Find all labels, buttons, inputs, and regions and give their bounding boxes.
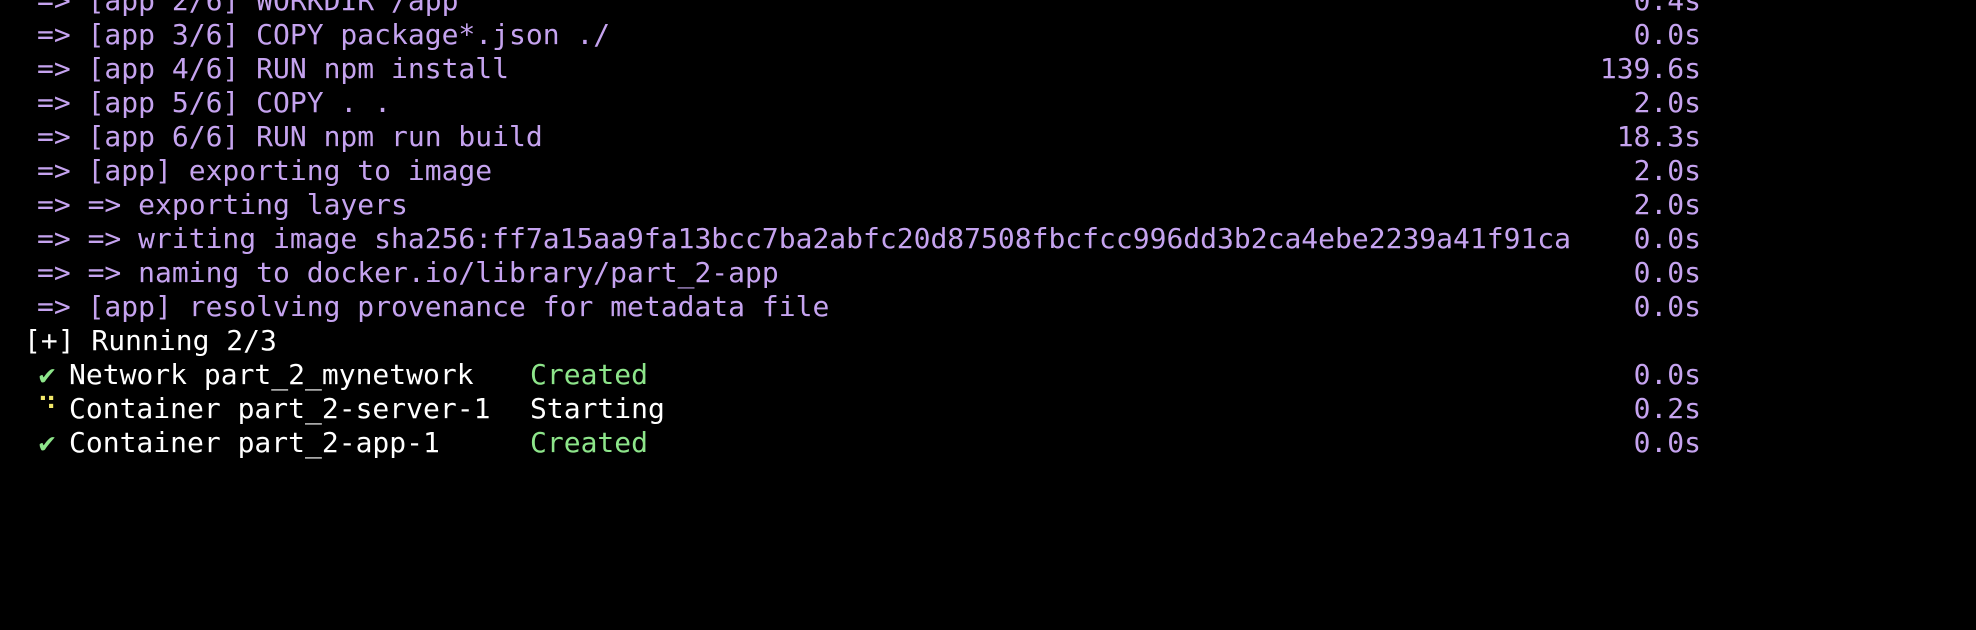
build-step-duration: 139.6s: [1599, 52, 1701, 85]
build-step-duration: 18.3s: [1616, 120, 1701, 153]
resource-line: ✔ Container part_2-app-1 Created 0.0s: [0, 426, 1976, 460]
build-step-line: => [app 3/6] COPY package*.json ./ 0.0s: [0, 18, 1976, 52]
build-step-line: => [app 2/6] WORKDIR /app 0.4s: [0, 0, 1976, 18]
build-step-line: => [app 6/6] RUN npm run build 18.3s: [0, 120, 1976, 154]
resource-duration: 0.2s: [1633, 392, 1701, 425]
build-step-duration: 0.0s: [1633, 18, 1701, 51]
build-step-text: => => naming to docker.io/library/part_2…: [37, 256, 779, 289]
resource-line: ✔ Network part_2_mynetwork Created 0.0s: [0, 358, 1976, 392]
build-step-duration: 2.0s: [1633, 188, 1701, 221]
build-step-line: => => writing image sha256:ff7a15aa9fa13…: [0, 222, 1976, 256]
build-step-text: => [app 3/6] COPY package*.json ./: [37, 18, 611, 51]
build-step-duration: 0.0s: [1633, 256, 1701, 289]
build-step-duration: 0.0s: [1633, 290, 1701, 323]
build-step-line: => => naming to docker.io/library/part_2…: [0, 256, 1976, 290]
build-step-text: => [app 5/6] COPY . .: [37, 86, 392, 119]
build-step-duration: 2.0s: [1633, 86, 1701, 119]
build-step-text: => => writing image sha256:ff7a15aa9fa13…: [37, 222, 1572, 255]
build-step-duration: 2.0s: [1633, 154, 1701, 187]
resource-state: Created: [530, 426, 649, 459]
check-icon: ✔: [38, 426, 56, 459]
build-step-line: => [app] resolving provenance for metada…: [0, 290, 1976, 324]
build-step-line: => => exporting layers 2.0s: [0, 188, 1976, 222]
resource-state: Created: [530, 358, 649, 391]
running-header: [+] Running 2/3: [24, 324, 277, 357]
build-step-text: => [app] resolving provenance for metada…: [37, 290, 830, 323]
build-step-text: => [app 6/6] RUN npm run build: [37, 120, 543, 153]
resource-name: Container part_2-server-1: [69, 392, 491, 425]
build-step-text: => => exporting layers: [37, 188, 408, 221]
build-step-duration: 0.4s: [1633, 0, 1701, 17]
terminal-output: => [app 2/6] WORKDIR /app 0.4s => [app 3…: [0, 0, 1976, 460]
resource-duration: 0.0s: [1633, 358, 1701, 391]
resource-duration: 0.0s: [1633, 426, 1701, 459]
running-status-line: [+] Running 2/3: [0, 324, 1976, 358]
build-step-text: => [app 2/6] WORKDIR /app: [37, 0, 459, 17]
spinner-icon: ⠙: [36, 392, 58, 425]
build-step-line: => [app 4/6] RUN npm install 139.6s: [0, 52, 1976, 86]
resource-line: ⠙ Container part_2-server-1 Starting 0.2…: [0, 392, 1976, 426]
build-step-text: => [app] exporting to image: [37, 154, 493, 187]
build-step-text: => [app 4/6] RUN npm install: [37, 52, 510, 85]
build-step-duration: 0.0s: [1633, 222, 1701, 255]
build-step-line: => [app 5/6] COPY . . 2.0s: [0, 86, 1976, 120]
check-icon: ✔: [38, 358, 56, 391]
resource-state: Starting: [530, 392, 665, 425]
resource-name: Container part_2-app-1: [69, 426, 440, 459]
resource-name: Network part_2_mynetwork: [69, 358, 474, 391]
build-step-line: => [app] exporting to image 2.0s: [0, 154, 1976, 188]
